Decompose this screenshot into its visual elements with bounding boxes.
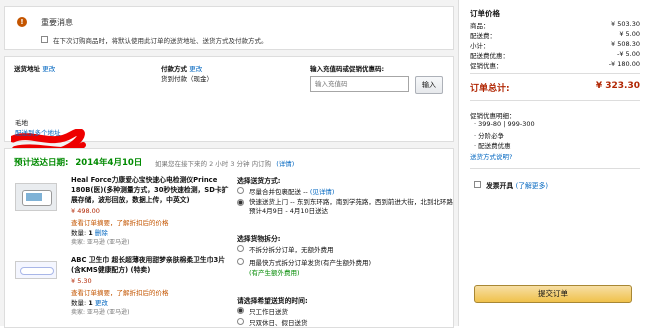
- shipping-option-combine: 尽量合并包裹配送 -- (见详情): [249, 188, 335, 196]
- checkout-details-box: 送货地址 更改 毛地 配送到多个地址 付款方式 更改 货到付款（现金） 输入充值…: [4, 56, 454, 177]
- split-option-fast-note: (有产生额外费用): [249, 269, 300, 277]
- shipping-method-help-link[interactable]: 送货方式说明?: [470, 151, 512, 161]
- summary-row-promo-discount: 促销优惠： -¥ 180.00: [470, 60, 640, 70]
- delivery-estimate: 预计送达日期: 2014年4月10日: [14, 158, 143, 168]
- summary-divider-2: [470, 100, 640, 101]
- send-to-multiple-link[interactable]: 配送到多个地址: [15, 127, 61, 137]
- time-option-weekday-radio[interactable]: [237, 307, 244, 314]
- payment-label: 付款方式 更改: [161, 65, 203, 73]
- address-label: 送货地址 更改: [14, 65, 56, 73]
- product-promo-2[interactable]: 查看订单摘要，了解折扣后的价格: [71, 287, 169, 297]
- summary-row-subtotal: 小计： ¥ 508.30: [470, 40, 640, 50]
- notice-box: ! 重要消息 在下次订购商品时，将默认使用此订单的送货地址、送货方式及付款方式。: [4, 6, 454, 50]
- time-option-weekend-radio[interactable]: [237, 318, 244, 325]
- product-seller-1: 卖家: 亚马逊 (亚马逊): [71, 239, 130, 246]
- shipping-option-express-radio[interactable]: [237, 199, 244, 206]
- product-title-1[interactable]: Heal Force力康爱心宝快速心电检测仪Prince 180B(医)(多种测…: [71, 175, 231, 205]
- product-qty-1: 数量: 1 删除: [71, 229, 108, 237]
- address-change-link[interactable]: 更改: [42, 65, 55, 73]
- summary-row-shipping-discount: 配送费优惠： -¥ 5.00: [470, 50, 640, 60]
- place-order-button[interactable]: 提交订单: [474, 285, 632, 303]
- address-partial-text: 毛地: [15, 119, 28, 127]
- time-title: 请选择希望送货的时间:: [237, 297, 308, 305]
- split-option-none: 不拆分拆分订单，无额外费用: [249, 246, 334, 254]
- product-price-2: ¥ 5.30: [71, 277, 92, 285]
- summary-divider-3: [470, 168, 640, 169]
- product-price-1: ¥ 498.00: [71, 207, 100, 215]
- notice-title: 重要消息: [41, 18, 73, 27]
- shipping-title: 选择送货方式:: [237, 177, 281, 185]
- product-image-sanitary-pad[interactable]: [15, 261, 57, 279]
- promo-item-2: · 分阶必争: [474, 132, 505, 140]
- product-change-link-2[interactable]: 更改: [95, 299, 108, 307]
- summary-total: 订单总计: ¥ 323.30: [470, 81, 640, 94]
- delivery-countdown: 如果您在接下来的 2 小时 3 分钟 内订购 (详情): [155, 160, 295, 168]
- split-option-fast-radio[interactable]: [237, 258, 244, 265]
- promo-item-3: · 配送费优惠: [474, 142, 511, 150]
- invoice-checkbox[interactable]: [474, 181, 481, 188]
- payment-method: 货到付款（现金）: [161, 75, 213, 83]
- product-qty-2: 数量: 1 更改: [71, 299, 108, 307]
- time-option-weekday: 只工作日送货: [249, 308, 288, 316]
- split-option-fast: 用最快方式拆分订单发货(有产生额外费用): [249, 259, 372, 267]
- product-image-ecg-monitor[interactable]: [15, 183, 57, 211]
- product-promo-1[interactable]: 查看订单摘要，了解折扣后的价格: [71, 217, 169, 227]
- warning-icon: !: [17, 17, 27, 27]
- delivery-date: 2014年4月10日: [75, 158, 143, 168]
- default-settings-label: 在下次订购商品时，将默认使用此订单的送货地址、送货方式及付款方式。: [53, 37, 268, 45]
- promo-title: 促销优惠明细：: [470, 112, 516, 120]
- summary-divider: [470, 73, 640, 74]
- coupon-label: 输入充值码或促销优惠码:: [310, 65, 385, 73]
- summary-title: 订单价格: [470, 9, 500, 18]
- shipping-option-express: 快速送货上门 -- 东到东环路，南到学苑路，西到前进大街，北到北环路 预计4月9…: [249, 198, 453, 215]
- main-content: ! 重要消息 在下次订购商品时，将默认使用此订单的送货地址、送货方式及付款方式。…: [0, 0, 458, 328]
- product-title-2[interactable]: ABC 卫生巾 超长超薄夜用甜梦亲肤棉柔卫生巾3片(含KMS健康配方) (特卖): [71, 255, 231, 275]
- summary-row-shipping: 配送费： ¥ 5.00: [470, 30, 640, 40]
- place-order-label: 提交订单: [538, 289, 568, 298]
- payment-change-link[interactable]: 更改: [189, 65, 202, 73]
- shipping-details-link[interactable]: (见详情): [310, 188, 335, 196]
- invoice-learn-more-link[interactable]: (了解更多): [516, 182, 549, 190]
- split-option-none-radio[interactable]: [237, 245, 244, 252]
- shipping-option-combine-radio[interactable]: [237, 187, 244, 194]
- delivery-details-link[interactable]: (详情): [276, 160, 294, 168]
- default-settings-checkbox[interactable]: [41, 36, 48, 43]
- coupon-input[interactable]: [310, 76, 409, 92]
- coupon-apply-button[interactable]: 输入: [415, 76, 443, 94]
- promo-item-1: · 399-80 | 999-300: [474, 120, 535, 128]
- product-seller-2: 卖家: 亚马逊 (亚马逊): [71, 309, 130, 316]
- product-delete-link-1[interactable]: 删除: [95, 229, 108, 237]
- summary-row-items: 商品： ¥ 503.30: [470, 20, 640, 30]
- invoice-label: 发票开具 (了解更多): [486, 182, 549, 190]
- split-title: 选择货物拆分:: [237, 235, 281, 243]
- delivery-box: 预计送达日期: 2014年4月10日 如果您在接下来的 2 小时 3 分钟 内订…: [4, 148, 454, 328]
